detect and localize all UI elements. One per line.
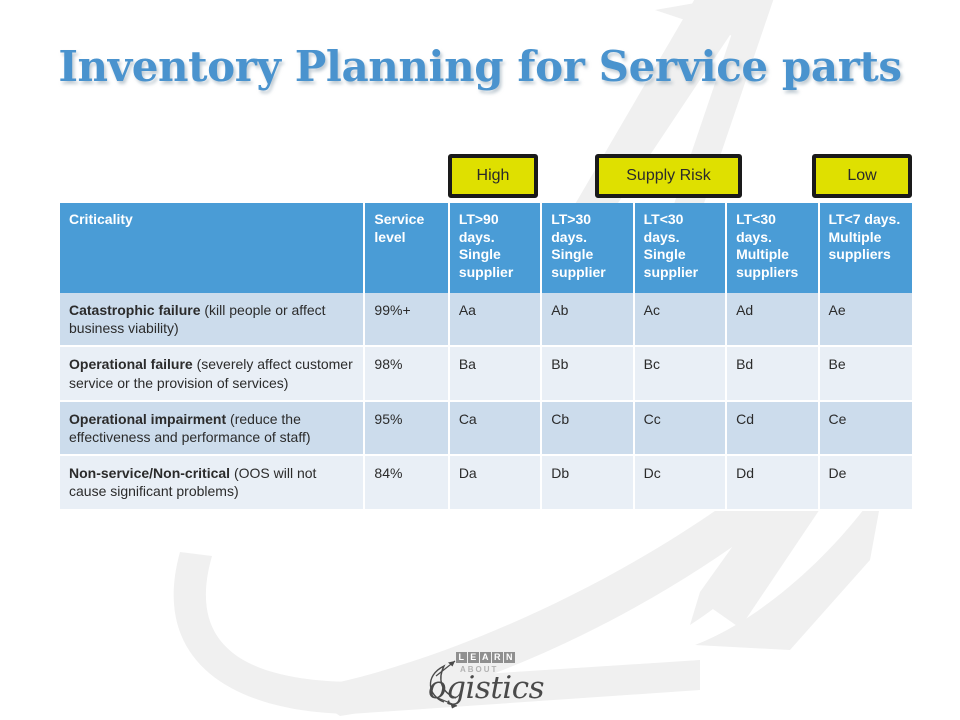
criticality-name: Operational impairment <box>69 410 227 427</box>
cell-code: Da <box>449 456 543 511</box>
column-header-criticality: Criticality <box>60 203 366 293</box>
cell-code: Ac <box>634 293 728 348</box>
cell-service-level: 99%+ <box>365 293 450 348</box>
cell-code: Db <box>542 456 635 511</box>
cell-code: Ab <box>542 293 635 348</box>
cell-code: Bb <box>542 347 635 402</box>
column-header-lt90-single: LT>90 days. Single supplier <box>449 203 543 293</box>
table-row: Catastrophic failure (kill people or aff… <box>60 293 912 348</box>
logo-learn-letters: L E A R N <box>456 652 515 663</box>
column-header-ltu30-multi: LT<30 days. Multiple suppliers <box>727 203 820 293</box>
logo-letter: E <box>468 652 479 663</box>
table-header: Criticality Service level LT>90 days. Si… <box>60 203 912 293</box>
table-row: Operational failure (severely affect cus… <box>60 347 912 402</box>
legend-high-label: High <box>476 167 510 184</box>
cell-code: Aa <box>449 293 543 348</box>
cell-service-level: 95% <box>365 401 450 457</box>
cell-code: Be <box>819 347 912 402</box>
cell-code: Ae <box>819 293 912 348</box>
page-title: Inventory Planning for Service parts <box>58 42 902 91</box>
slide-canvas: Inventory Planning for Service parts Hig… <box>0 0 960 720</box>
cell-criticality: Operational failure (severely affect cus… <box>60 347 366 402</box>
logo-letter: N <box>504 652 515 663</box>
criticality-name: Operational failure <box>69 356 193 373</box>
column-header-lt30-single: LT>30 days. Single supplier <box>542 203 635 293</box>
cell-code: Dd <box>727 456 820 511</box>
legend-high-box[interactable]: High <box>448 154 538 198</box>
cell-service-level: 98% <box>365 347 450 402</box>
cell-code: De <box>819 456 912 511</box>
legend-supply-risk-label: Supply Risk <box>626 167 711 184</box>
logo-letter: R <box>492 652 503 663</box>
table-row: Non-service/Non-critical (OOS will not c… <box>60 456 912 511</box>
cell-code: Ce <box>819 401 912 457</box>
legend-low-box[interactable]: Low <box>812 154 912 198</box>
cell-code: Dc <box>634 456 728 511</box>
cell-code: Ca <box>449 401 543 457</box>
legend-low-label: Low <box>847 167 877 184</box>
logo-letter: A <box>480 652 491 663</box>
inventory-planning-table: Criticality Service level LT>90 days. Si… <box>60 203 912 511</box>
cell-criticality: Operational impairment (reduce the effec… <box>60 401 366 457</box>
cell-code: Cd <box>727 401 820 457</box>
legend-supply-risk-box[interactable]: Supply Risk <box>595 154 742 198</box>
cell-code: Cc <box>634 401 728 457</box>
cell-code: Ad <box>727 293 820 348</box>
cell-code: Bd <box>727 347 820 402</box>
column-header-ltu30-single: LT<30 days. Single supplier <box>634 203 728 293</box>
cell-code: Ba <box>449 347 543 402</box>
cell-service-level: 84% <box>365 456 450 511</box>
table-header-row: Criticality Service level LT>90 days. Si… <box>60 203 912 293</box>
column-header-lt7-multi: LT<7 days. Multiple suppliers <box>819 203 912 293</box>
cell-code: Bc <box>634 347 728 402</box>
cell-criticality: Non-service/Non-critical (OOS will not c… <box>60 456 366 511</box>
criticality-name: Catastrophic failure <box>69 302 201 318</box>
table-body: Catastrophic failure (kill people or aff… <box>60 293 912 511</box>
logo-letter: L <box>456 652 467 663</box>
cell-code: Cb <box>542 401 635 457</box>
table-row: Operational impairment (reduce the effec… <box>60 401 912 457</box>
learn-about-logistics-logo: L E A R N ABOUT ogistics <box>398 648 568 714</box>
logo-logistics-text: ogistics <box>428 670 544 706</box>
column-header-service-level: Service level <box>365 203 450 293</box>
cell-criticality: Catastrophic failure (kill people or aff… <box>60 293 366 348</box>
criticality-name: Non-service/Non-critical <box>69 465 231 482</box>
